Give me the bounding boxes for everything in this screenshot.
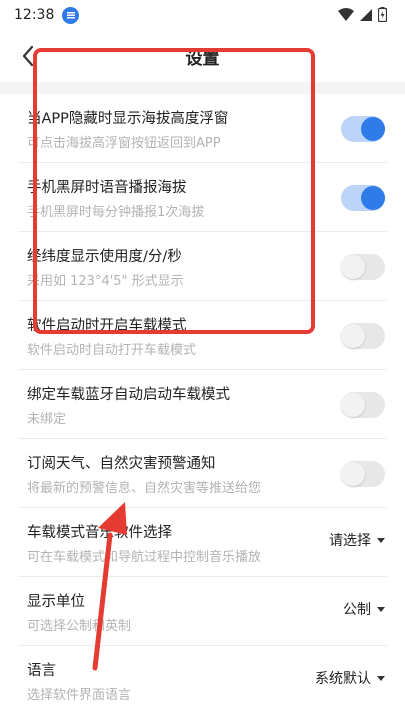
annotation-arrow xyxy=(92,502,127,671)
